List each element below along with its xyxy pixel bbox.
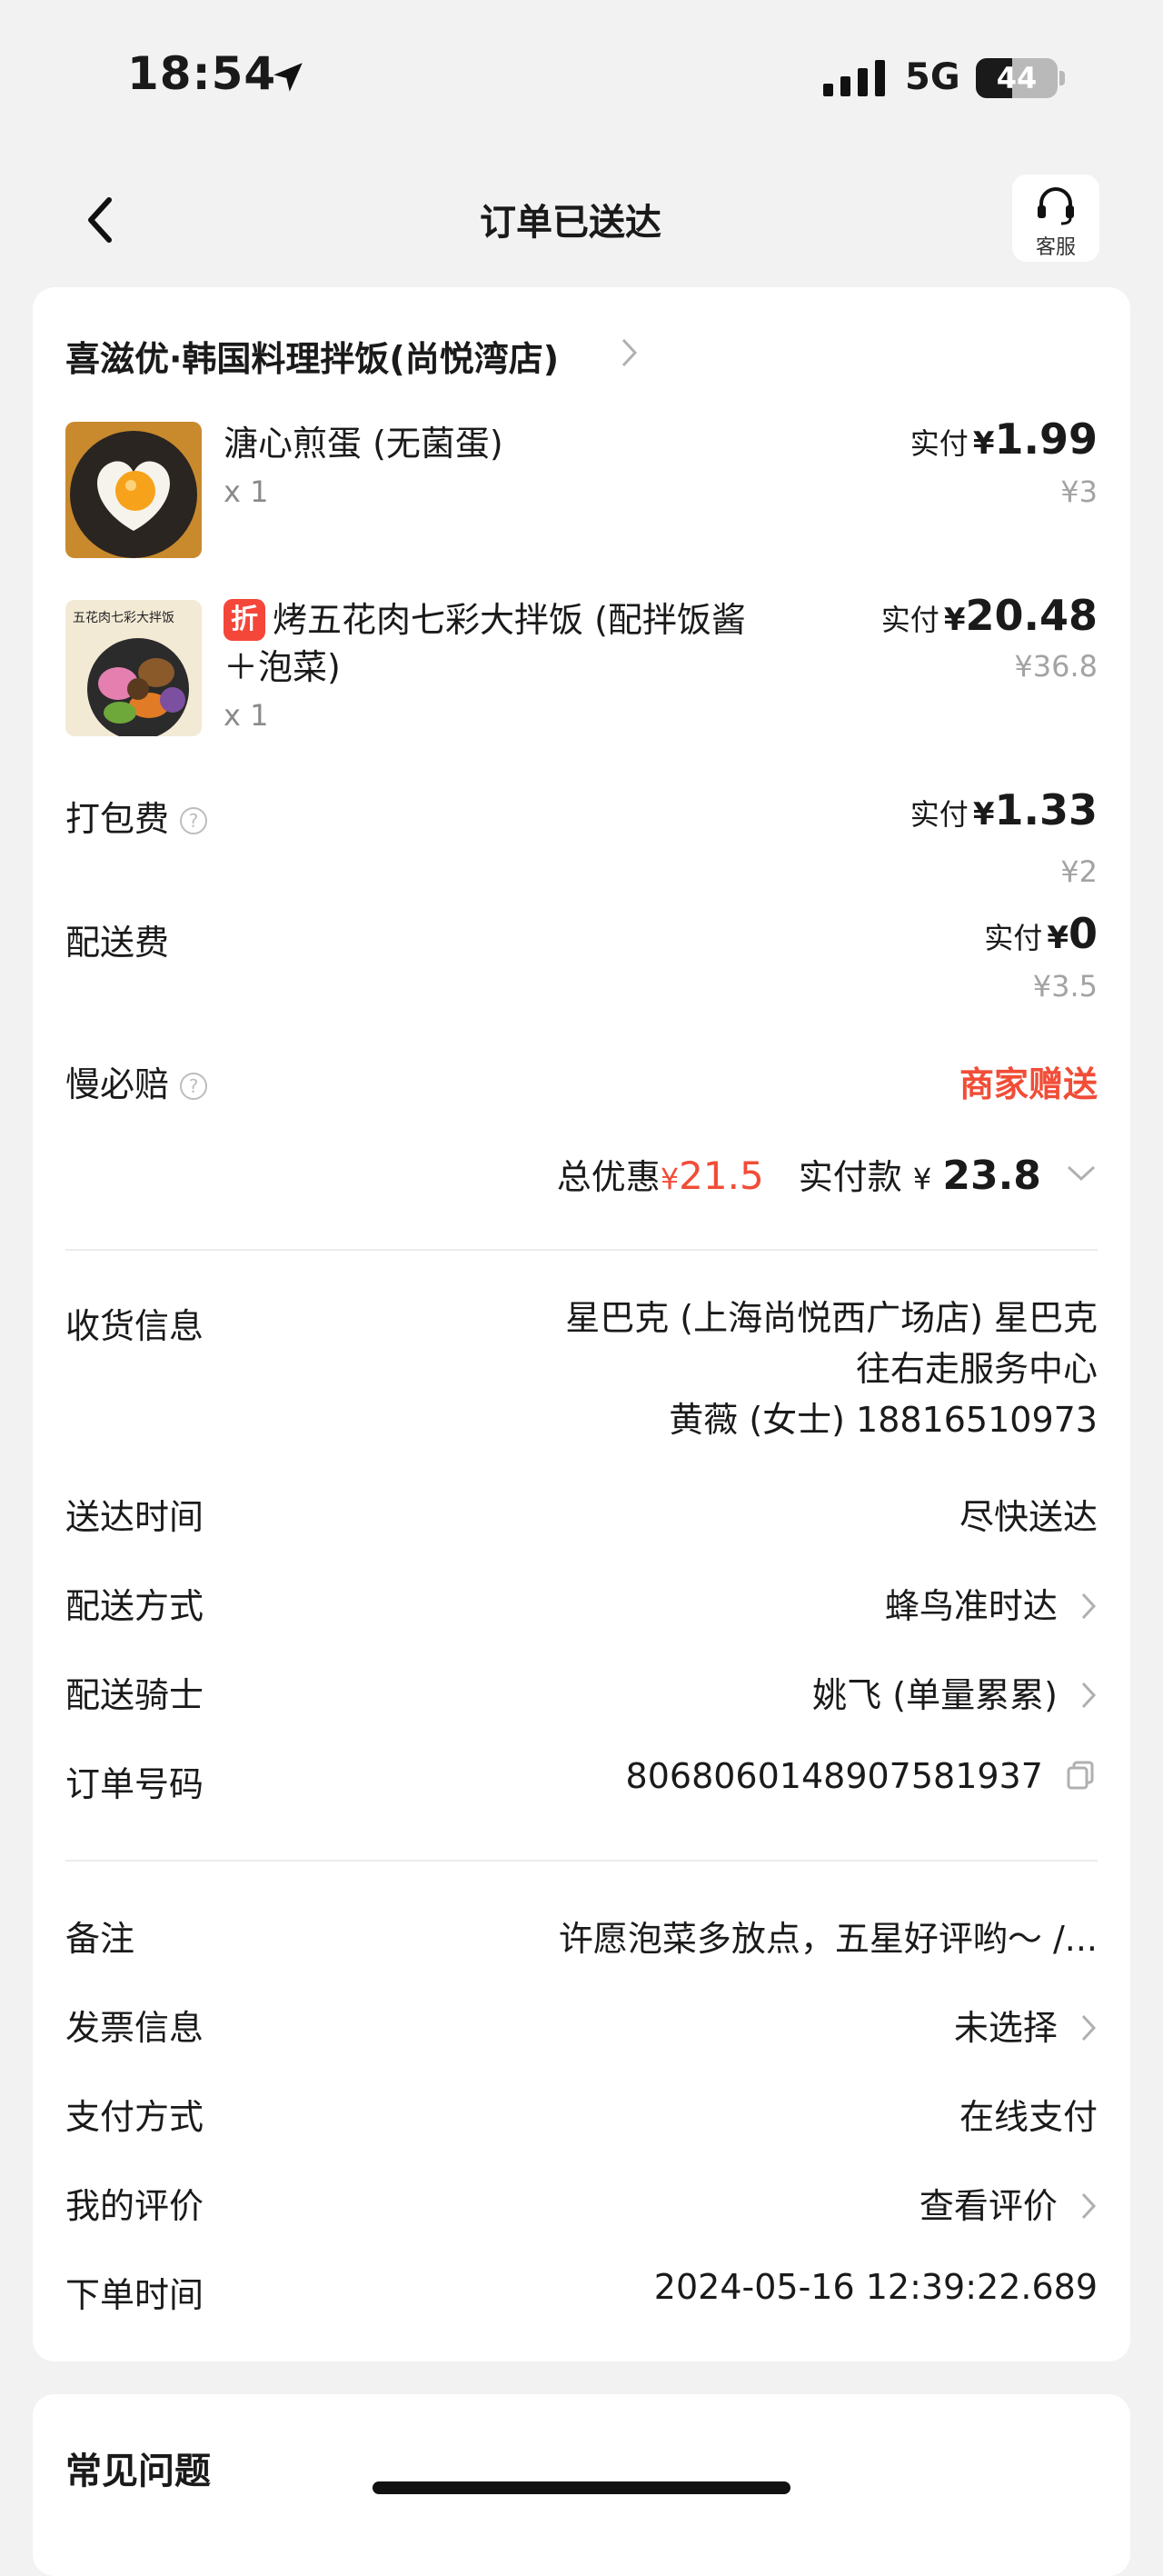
total-discount-value: 21.5 bbox=[679, 1153, 764, 1198]
home-indicator[interactable] bbox=[373, 2481, 790, 2494]
payment-method-label: 支付方式 bbox=[65, 2097, 204, 2137]
paid-amount: 1.33 bbox=[994, 785, 1098, 834]
paid-label: 实付 bbox=[984, 921, 1043, 955]
chevron-right-icon bbox=[1081, 1593, 1097, 1620]
receiver-address: 星巴克 (上海尚悦西广场店) 星巴克 往右走服务中心 黄薇 (女士) 18816… bbox=[565, 1293, 1098, 1445]
packing-fee-row: 打包费? bbox=[65, 791, 208, 841]
store-name[interactable]: 喜滋优·韩国料理拌饭(尚悦湾店) bbox=[65, 331, 559, 381]
view-review-text: 查看评价 bbox=[919, 2186, 1058, 2226]
customer-service-label: 客服 bbox=[1035, 236, 1076, 259]
order-card: 喜滋优·韩国料理拌饭(尚悦湾店) 溏心煎蛋 (无菌蛋) x 1 实付 ¥1.99… bbox=[33, 287, 1130, 2361]
item-quantity: x 1 bbox=[224, 698, 269, 733]
nav-bar: 订单已送达 客服 bbox=[0, 164, 1163, 273]
packing-fee-label: 打包费 bbox=[65, 799, 170, 839]
page-title: 订单已送达 bbox=[480, 202, 661, 244]
faq-title: 常见问题 bbox=[65, 2451, 211, 2492]
chevron-down-icon[interactable] bbox=[1065, 1163, 1098, 1183]
packing-fee-original: ¥2 bbox=[1060, 854, 1098, 889]
receiver-label: 收货信息 bbox=[65, 1306, 204, 1346]
currency-symbol: ¥ bbox=[943, 602, 966, 638]
battery-tip bbox=[1059, 71, 1065, 85]
my-review-value[interactable]: 查看评价 bbox=[919, 2178, 1098, 2228]
payment-method-value: 在线支付 bbox=[959, 2097, 1098, 2137]
status-time: 18:54 bbox=[127, 47, 277, 100]
late-guarantee-value: 商家赠送 bbox=[959, 1064, 1098, 1104]
paid-amount: 0 bbox=[1068, 909, 1098, 958]
currency-symbol: ¥ bbox=[1047, 920, 1069, 956]
my-review-label: 我的评价 bbox=[65, 2186, 204, 2226]
currency-symbol: ¥ bbox=[972, 425, 995, 462]
divider bbox=[65, 1249, 1098, 1251]
rider-text: 姚飞 (单量累累) bbox=[812, 1675, 1058, 1715]
delivery-fee-paid: 实付 ¥0 bbox=[984, 909, 1098, 958]
headset-icon bbox=[1038, 187, 1074, 225]
item-name: 溏心煎蛋 (无菌蛋) bbox=[224, 424, 503, 464]
item-image-caption: 五花肉七彩大拌饭 bbox=[73, 611, 174, 625]
total-paid-value: 23.8 bbox=[942, 1153, 1041, 1199]
battery-percent: 44 bbox=[996, 61, 1038, 95]
order-totals[interactable]: 总优惠¥21.5 实付款 ¥ 23.8 bbox=[557, 1149, 1098, 1199]
chevron-right-icon[interactable] bbox=[620, 336, 640, 369]
rider-value[interactable]: 姚飞 (单量累累) bbox=[812, 1667, 1098, 1717]
order-number-text: 8068060148907581937 bbox=[625, 1756, 1043, 1796]
item-original-price: ¥36.8 bbox=[1014, 649, 1098, 684]
item-image-bibimbap[interactable]: 五花肉七彩大拌饭 bbox=[65, 600, 202, 736]
item-name-line2: ＋泡菜) bbox=[224, 647, 341, 687]
delivery-time-label: 送达时间 bbox=[65, 1497, 204, 1537]
chevron-right-icon bbox=[1081, 2014, 1097, 2042]
order-number-label: 订单号码 bbox=[65, 1764, 204, 1804]
cellular-signal-icon bbox=[823, 60, 885, 96]
item-paid-price: 实付 ¥1.99 bbox=[910, 414, 1098, 464]
customer-service-button[interactable]: 客服 bbox=[1012, 175, 1099, 262]
late-guarantee-row: 慢必赔? bbox=[65, 1056, 208, 1106]
delivery-fee-original: ¥3.5 bbox=[1032, 969, 1098, 1003]
paid-amount: 20.48 bbox=[965, 591, 1098, 640]
note-label: 备注 bbox=[65, 1919, 135, 1959]
paid-label: 实付 bbox=[910, 426, 969, 461]
delivery-method-text: 蜂鸟准时达 bbox=[884, 1586, 1058, 1626]
item-image-egg[interactable] bbox=[65, 422, 202, 558]
late-guarantee-label: 慢必赔 bbox=[65, 1064, 170, 1104]
network-type: 5G bbox=[905, 56, 960, 98]
currency-symbol: ¥ bbox=[972, 796, 995, 833]
invoice-label: 发票信息 bbox=[65, 2008, 204, 2048]
paid-amount: 1.99 bbox=[994, 414, 1098, 464]
note-value: 许愿泡菜多放点，五星好评哟～ /... bbox=[558, 1919, 1098, 1959]
chevron-right-icon bbox=[1081, 1682, 1097, 1709]
discount-badge: 折 bbox=[224, 599, 265, 641]
currency-symbol: ¥ bbox=[912, 1162, 932, 1196]
copy-icon[interactable] bbox=[1065, 1759, 1098, 1792]
delivery-method-value[interactable]: 蜂鸟准时达 bbox=[885, 1578, 1098, 1628]
paid-label: 实付 bbox=[880, 603, 939, 637]
location-arrow-icon bbox=[273, 63, 303, 92]
address-line-1: 星巴克 (上海尚悦西广场店) 星巴克 bbox=[565, 1298, 1098, 1338]
item-name-line1: 烤五花肉七彩大拌饭 (配拌饭酱 bbox=[273, 600, 746, 640]
delivery-method-label: 配送方式 bbox=[65, 1586, 204, 1626]
paid-label: 实付 bbox=[910, 797, 969, 832]
help-icon[interactable]: ? bbox=[180, 1073, 208, 1100]
invoice-value[interactable]: 未选择 bbox=[954, 2000, 1098, 2050]
total-discount-label: 总优惠 bbox=[556, 1157, 661, 1197]
item-original-price: ¥3 bbox=[1060, 474, 1098, 509]
delivery-time-value: 尽快送达 bbox=[959, 1497, 1098, 1537]
order-time-label: 下单时间 bbox=[65, 2275, 204, 2315]
currency-symbol: ¥ bbox=[660, 1162, 680, 1196]
receiver-contact: 黄薇 (女士) 18816510973 bbox=[669, 1400, 1098, 1440]
address-line-2: 往右走服务中心 bbox=[855, 1349, 1098, 1389]
divider bbox=[65, 1860, 1098, 1862]
status-bar: 18:54 5G 44 bbox=[0, 0, 1163, 145]
item-name: 折烤五花肉七彩大拌饭 (配拌饭酱 ＋泡菜) bbox=[224, 596, 841, 691]
help-icon[interactable]: ? bbox=[180, 807, 208, 834]
order-number-value: 8068060148907581937 bbox=[626, 1756, 1098, 1796]
packing-fee-paid: 实付 ¥1.33 bbox=[910, 785, 1098, 834]
invoice-text: 未选择 bbox=[953, 2008, 1058, 2048]
battery-icon: 44 bbox=[976, 58, 1058, 98]
total-paid-label: 实付款 bbox=[798, 1157, 902, 1197]
item-quantity: x 1 bbox=[224, 474, 269, 509]
rider-label: 配送骑士 bbox=[65, 1675, 204, 1715]
delivery-fee-label: 配送费 bbox=[65, 923, 170, 963]
item-paid-price: 实付 ¥20.48 bbox=[881, 591, 1098, 640]
chevron-right-icon bbox=[1081, 2192, 1097, 2220]
order-time-value: 2024-05-16 12:39:22.689 bbox=[653, 2267, 1098, 2307]
